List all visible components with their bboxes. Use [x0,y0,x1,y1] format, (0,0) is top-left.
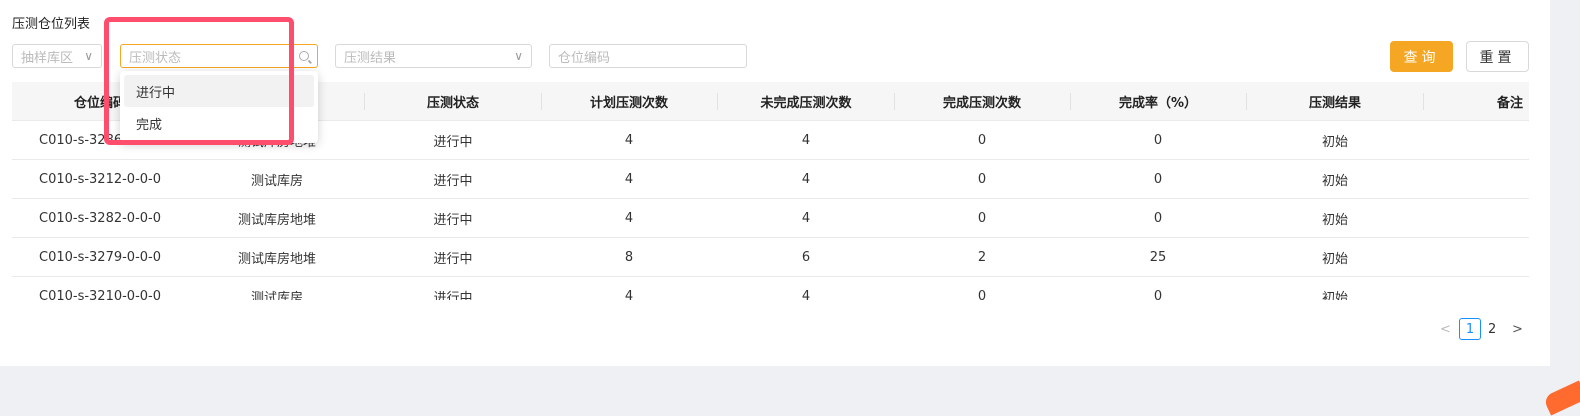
cell-done-count: 0 [977,210,987,226]
cell-completion-rate: 0 [1153,171,1163,187]
cell-pending-count: 4 [801,132,811,148]
cell-completion-rate: 25 [1149,249,1167,265]
cell-planned-count: 4 [624,288,634,301]
cell-pending-count: 4 [801,210,811,226]
cell-planned-count: 4 [624,210,634,226]
location-code-input[interactable]: 仓位编码 [549,44,747,68]
cell-status: 进行中 [433,212,473,228]
chevron-down-icon: ∨ [514,49,523,63]
cell-pending-count: 6 [801,249,811,265]
cell-planned-count: 4 [624,171,634,187]
cell-completion-rate: 0 [1153,132,1163,148]
cell-planned-count: 4 [624,132,634,148]
status-dropdown-menu: 进行中 完成 [120,71,318,143]
cell-status: 进行中 [433,173,473,189]
cell-warehouse: 测试库房 [250,290,304,301]
cell-warehouse: 测试库房地堆 [237,212,317,228]
cell-done-count: 0 [977,132,987,148]
pagination-prev[interactable]: < [1440,318,1451,340]
cell-location-code: C010-s-3212-0-0-0 [38,171,162,187]
cell-location-code: C010-s-3210-0-0-0 [38,288,162,301]
sample-area-placeholder: 抽样库区 [21,50,74,66]
cell-location-code: C010-s-3279-0-0-0 [38,249,162,265]
header-location-code: 仓位编码 [73,95,127,111]
result-placeholder: 压测结果 [344,50,397,66]
main-panel: 压测仓位列表 抽样库区 ∨ 压测状态 压测结果 ∨ 仓位编码 查询 重置 仓位编… [0,0,1550,366]
dropdown-option-in-progress[interactable]: 进行中 [124,75,314,107]
cell-status: 进行中 [433,134,473,150]
table-row[interactable]: C010-s-3282-0-0-0 测试库房地堆 进行中 4 4 0 0 初始 [12,199,1529,238]
cell-result: 初始 [1321,251,1349,267]
table-row[interactable]: C010-s-3210-0-0-0 测试库房 进行中 4 4 0 0 初始 [12,277,1529,301]
header-completion-rate: 完成率（%） [1118,95,1198,111]
cell-status: 进行中 [433,251,473,267]
cell-result: 初始 [1321,212,1349,228]
header-done-count: 完成压测次数 [942,95,1022,111]
table-row[interactable]: C010-s-3279-0-0-0 测试库房地堆 进行中 8 6 2 25 初始 [12,238,1529,277]
cell-planned-count: 8 [624,249,634,265]
cell-pending-count: 4 [801,288,811,301]
header-remark: 备注 [1496,95,1524,111]
page-title: 压测仓位列表 [12,17,91,32]
reset-button[interactable]: 重置 [1466,41,1529,72]
header-status: 压测状态 [426,95,480,111]
status-select[interactable]: 压测状态 [120,44,318,68]
cell-warehouse: 测试库房 [250,173,304,189]
query-button[interactable]: 查询 [1390,41,1453,72]
header-pending-count: 未完成压测次数 [760,95,852,111]
cell-pending-count: 4 [801,171,811,187]
status-placeholder: 压测状态 [129,50,182,66]
cell-result: 初始 [1321,290,1349,301]
pagination-page-1[interactable]: 1 [1459,318,1481,340]
cell-completion-rate: 0 [1153,288,1163,301]
chevron-down-icon: ∨ [84,49,93,63]
pagination-page-2[interactable]: 2 [1488,318,1496,340]
pagination-next[interactable]: > [1512,318,1523,340]
cell-status: 进行中 [433,290,473,301]
cell-done-count: 0 [977,288,987,301]
cell-done-count: 0 [977,171,987,187]
result-select[interactable]: 压测结果 ∨ [335,44,532,68]
cell-result: 初始 [1321,173,1349,189]
dropdown-option-done[interactable]: 完成 [124,107,314,139]
cell-result: 初始 [1321,134,1349,150]
cell-done-count: 2 [977,249,987,265]
cell-warehouse: 测试库房地堆 [237,251,317,267]
corner-decoration [1542,380,1580,416]
cell-location-code: C010-s-3282-0-0-0 [38,210,162,226]
table-row[interactable]: C010-s-3212-0-0-0 测试库房 进行中 4 4 0 0 初始 [12,160,1529,199]
cell-completion-rate: 0 [1153,210,1163,226]
sample-area-select[interactable]: 抽样库区 ∨ [12,44,102,68]
search-icon [299,51,309,61]
header-result: 压测结果 [1308,95,1362,111]
location-code-placeholder: 仓位编码 [558,50,611,66]
header-planned-count: 计划压测次数 [589,95,669,111]
